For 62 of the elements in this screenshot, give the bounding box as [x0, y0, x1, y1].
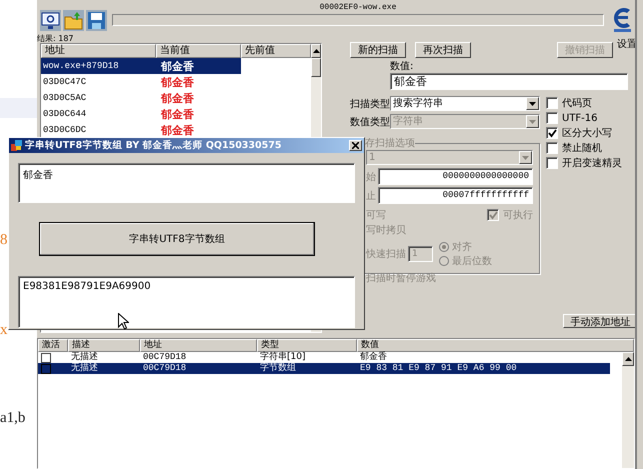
process-icon[interactable]: [40, 10, 61, 31]
start-label: 始: [366, 170, 376, 184]
add-address-button[interactable]: 手动添加地址: [563, 314, 638, 328]
option-checkbox[interactable]: UTF-16: [546, 111, 622, 125]
value-field[interactable]: 郁金香: [390, 73, 628, 90]
scroll-thumb[interactable]: [311, 58, 321, 77]
address-row[interactable]: 无描述 00C79D18 字符串[10] 郁金香: [38, 352, 610, 363]
check-icon: [548, 128, 556, 138]
column-header[interactable]: 激活: [38, 339, 68, 352]
close-button[interactable]: [349, 140, 362, 151]
stop-label: 止: [366, 190, 376, 202]
window-title: 00002EF0-wow.exe: [320, 3, 396, 13]
column-header[interactable]: 地址: [140, 339, 257, 352]
result-row[interactable]: wow.exe+879D18 郁金香: [41, 58, 241, 74]
column-header[interactable]: 类型: [257, 339, 357, 352]
caret-icon: [522, 156, 529, 160]
page-text: x: [0, 322, 8, 338]
column-header[interactable]: 数值: [357, 339, 634, 352]
option-checkbox[interactable]: 开启变速精灵: [546, 156, 622, 170]
copy-on-write-label: 写时拷贝: [366, 224, 406, 237]
highlight-band: [0, 98, 37, 118]
option-checkbox[interactable]: 禁止随机: [546, 141, 622, 155]
caret-icon: [529, 120, 536, 124]
caret-icon: [312, 49, 320, 53]
check-icon: [488, 210, 498, 220]
save-icon[interactable]: [86, 10, 107, 31]
scan-type-label: 扫描类型: [350, 98, 390, 110]
writable-label: 可写: [366, 209, 386, 222]
logo-icon: [611, 5, 633, 33]
page-text: 8: [0, 232, 8, 248]
result-row[interactable]: 03D0C5AC 郁金香: [41, 90, 311, 106]
pause-label: 扫描时暂停游戏: [366, 272, 436, 285]
column-header[interactable]: 描述: [68, 339, 140, 352]
start-field[interactable]: 0000000000000000: [378, 168, 533, 185]
option-checkbox[interactable]: 代码页: [546, 96, 622, 110]
scan-button[interactable]: 新的扫描: [350, 42, 406, 58]
column-header[interactable]: 当前值: [156, 44, 241, 58]
output-field[interactable]: E98381E98791E9A69900: [18, 276, 355, 328]
input-field[interactable]: 郁金香: [18, 163, 355, 203]
group-title: 存扫描选项: [365, 136, 415, 150]
results-count: 结果: 187: [37, 34, 74, 43]
caret-icon: [624, 357, 632, 361]
caret-icon: [529, 102, 536, 106]
column-header[interactable]: 先前值: [241, 44, 311, 58]
result-row[interactable]: 03D0C644 郁金香: [41, 106, 311, 122]
value-label: 数值:: [390, 61, 414, 73]
convert-button[interactable]: 字串转UTF8字节数组: [39, 222, 315, 256]
active-checkbox[interactable]: [41, 352, 51, 362]
column-header[interactable]: 地址: [41, 44, 156, 58]
option-checkbox[interactable]: 区分大小写: [546, 126, 622, 140]
scrollbar[interactable]: [622, 352, 634, 468]
stop-field[interactable]: 00007fffffffffff: [378, 187, 533, 204]
result-row[interactable]: 03D0C6DC 郁金香: [41, 122, 311, 138]
scan-button[interactable]: 再次扫描: [415, 42, 471, 58]
result-row[interactable]: 03D0C47C 郁金香: [41, 74, 311, 90]
fast-scan-label: 快速扫描: [366, 248, 406, 261]
app-icon: [11, 140, 22, 151]
page-text: a1,b: [0, 410, 26, 426]
dialog-title: 字串转UTF8字节数组 BY 郁金香灬老师 QQ150330575: [25, 139, 282, 152]
value-type-label: 数值类型: [350, 116, 390, 128]
active-checkbox[interactable]: [41, 364, 51, 374]
scan-type-select[interactable]: 搜索字符串: [390, 96, 540, 111]
